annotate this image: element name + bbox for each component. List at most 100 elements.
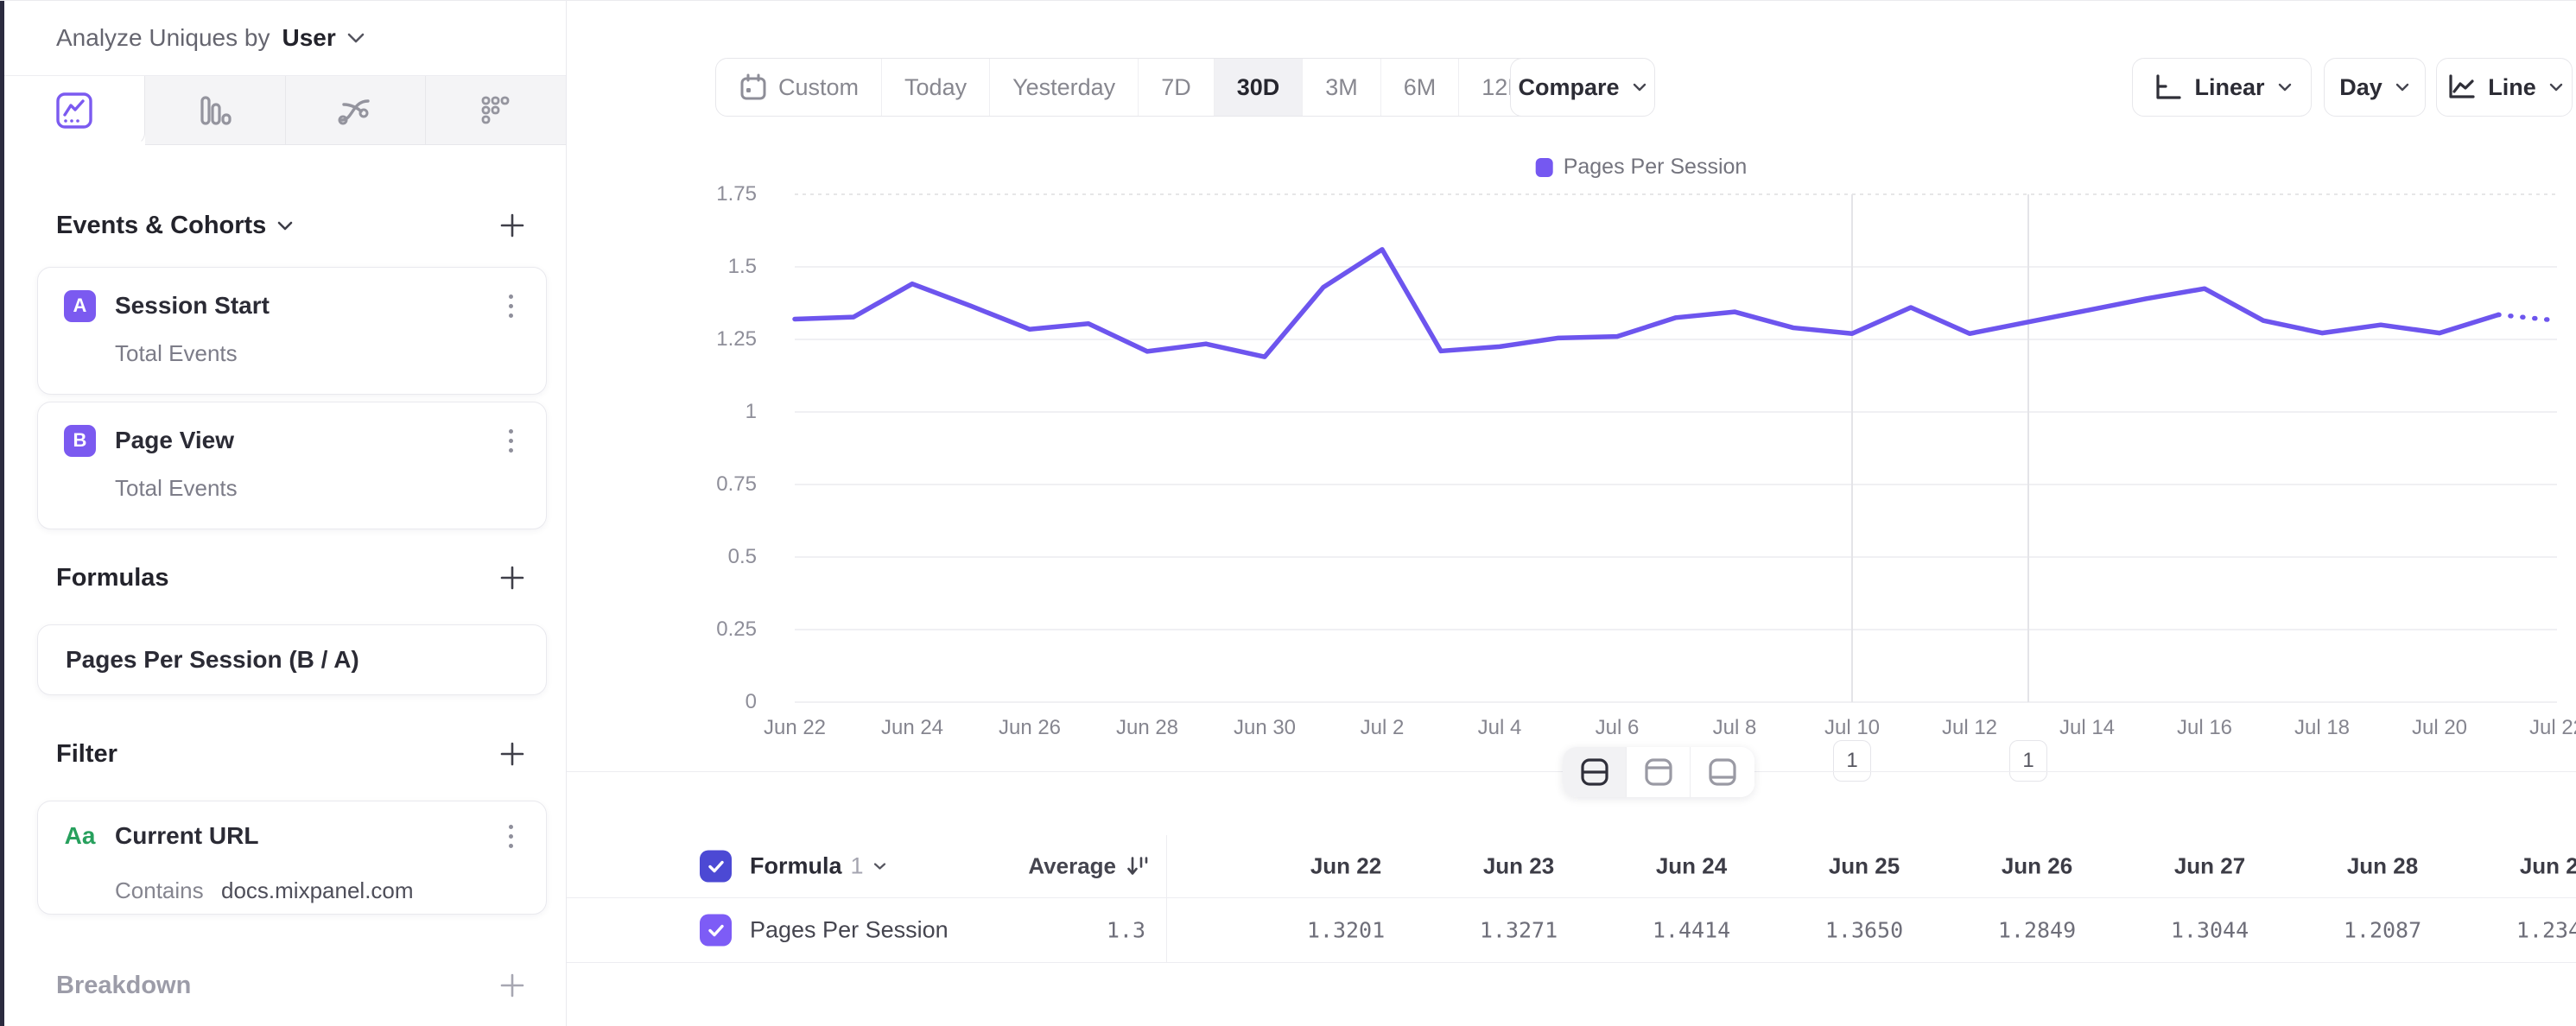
x-tick-label: Jun 24 — [881, 716, 943, 740]
flows-icon — [335, 91, 375, 130]
event-metric-dropdown[interactable]: Total Events — [115, 475, 238, 502]
event-card-b[interactable]: B Page View Total Events — [37, 402, 547, 529]
x-tick-label: Jun 28 — [1116, 716, 1178, 740]
range-3m[interactable]: 3M — [1303, 59, 1381, 116]
event-metric-dropdown[interactable]: Total Events — [115, 340, 238, 367]
y-tick-label: 1.75 — [679, 182, 757, 206]
y-tick-label: 0.75 — [679, 472, 757, 497]
table-cell-value: 1.2346 — [2516, 918, 2576, 943]
table-data-row[interactable]: Pages Per Session 1.3 1.32011.32711.4414… — [567, 898, 2576, 963]
average-label: Average — [1028, 853, 1116, 880]
kebab-menu-icon[interactable] — [498, 819, 523, 853]
chevron-down-icon — [2548, 82, 2564, 92]
compare-button[interactable]: Compare — [1510, 58, 1655, 117]
table-date-header[interactable]: Jun 28 — [2347, 853, 2418, 880]
x-tick-label: Jul 18 — [2294, 716, 2350, 740]
table-date-header[interactable]: Jun 26 — [2002, 853, 2072, 880]
kebab-menu-icon[interactable] — [498, 288, 523, 323]
add-breakdown-button[interactable] — [493, 966, 531, 1004]
table-date-header[interactable]: Jun 24 — [1656, 853, 1727, 880]
range-custom[interactable]: Custom — [716, 59, 882, 116]
range-7d[interactable]: 7D — [1139, 59, 1215, 116]
formulas-section-title: Formulas — [56, 564, 169, 592]
table-date-header[interactable]: Jun 27 — [2174, 853, 2245, 880]
tab-funnels[interactable] — [145, 76, 286, 145]
table-date-header[interactable]: Jun 29 — [2520, 853, 2576, 880]
formula-column-dropdown[interactable]: Formula 1 — [750, 853, 887, 880]
linear-axis-icon — [2151, 72, 2182, 103]
chevron-down-icon — [2395, 82, 2410, 92]
table-date-header[interactable]: Jun 22 — [1310, 853, 1381, 880]
y-tick-label: 0.25 — [679, 618, 757, 642]
add-filter-button[interactable] — [493, 735, 531, 773]
average-column-header[interactable]: Average — [1028, 853, 1149, 880]
filter-card[interactable]: Aa Current URL Contains docs.mixpanel.co… — [37, 801, 547, 915]
scale-dropdown[interactable]: Linear — [2132, 58, 2312, 117]
add-event-button[interactable] — [493, 206, 531, 244]
tab-insights[interactable] — [4, 76, 145, 145]
formulas-section-header: Formulas — [56, 554, 535, 602]
breakdown-section-title: Breakdown — [56, 972, 191, 1000]
row-checkbox[interactable] — [700, 915, 732, 947]
event-name[interactable]: Page View — [115, 427, 234, 454]
chart-type-label: Line — [2488, 74, 2536, 101]
x-tick-label: Jun 26 — [999, 716, 1061, 740]
table-view-button[interactable] — [1691, 747, 1754, 797]
x-tick-label: Jul 16 — [2177, 716, 2232, 740]
range-today[interactable]: Today — [882, 59, 990, 116]
range-6m[interactable]: 6M — [1381, 59, 1460, 116]
x-tick-label: Jul 20 — [2412, 716, 2467, 740]
analyze-header: Analyze Uniques by User — [4, 1, 566, 76]
annotation-badge[interactable]: 1 — [1833, 740, 1871, 782]
select-all-checkbox[interactable] — [700, 851, 732, 883]
chart-view-button[interactable] — [1627, 747, 1691, 797]
formula-column-label: Formula — [750, 853, 842, 880]
formula-name[interactable]: Pages Per Session (B / A) — [66, 646, 359, 674]
legend-label: Pages Per Session — [1564, 155, 1748, 180]
filter-operator-dropdown[interactable]: Contains — [115, 877, 204, 904]
filter-value[interactable]: docs.mixpanel.com — [221, 877, 414, 904]
chevron-down-icon — [276, 220, 294, 231]
tab-flows[interactable] — [286, 76, 427, 145]
report-main-panel: CustomTodayYesterday7D30D3M6M12M Compare… — [567, 1, 2576, 1026]
analyze-label: Analyze Uniques by — [56, 24, 270, 52]
series-name: Pages Per Session — [750, 917, 949, 944]
x-tick-label: Jul 22 — [2529, 716, 2576, 740]
chevron-down-icon — [1632, 82, 1647, 92]
analyze-entity-dropdown[interactable]: User — [282, 24, 335, 52]
formula-card[interactable]: Pages Per Session (B / A) — [37, 624, 547, 695]
tab-retention[interactable] — [426, 76, 566, 145]
interval-dropdown[interactable]: Day — [2324, 58, 2426, 117]
range-yesterday[interactable]: Yesterday — [990, 59, 1139, 116]
table-date-header[interactable]: Jun 25 — [1829, 853, 1900, 880]
x-tick-label: Jun 30 — [1234, 716, 1296, 740]
filter-property-name[interactable]: Current URL — [115, 822, 258, 850]
sort-descending-icon — [1126, 855, 1149, 877]
table-cell-value: 1.2087 — [2344, 918, 2421, 943]
chart-legend[interactable]: Pages Per Session — [1536, 155, 1748, 180]
chart-type-dropdown[interactable]: Line — [2436, 58, 2573, 117]
view-toggle-group — [1563, 747, 1754, 797]
filter-card-row: Aa Current URL — [64, 817, 523, 855]
check-icon — [706, 856, 726, 877]
chart-toolbar: CustomTodayYesterday7D30D3M6M12M Compare… — [567, 58, 2576, 117]
x-tick-label: Jul 8 — [1713, 716, 1757, 740]
range-30d[interactable]: 30D — [1215, 59, 1304, 116]
kebab-menu-icon[interactable] — [498, 423, 523, 458]
x-tick-label: Jul 4 — [1478, 716, 1522, 740]
mixpanel-insights-report: Analyze Uniques by User — [0, 0, 2576, 1026]
table-cell-value: 1.2849 — [1998, 918, 2076, 943]
table-cell-value: 1.3044 — [2171, 918, 2249, 943]
table-date-header[interactable]: Jun 23 — [1483, 853, 1554, 880]
plus-icon — [499, 972, 525, 998]
y-tick-label: 0 — [679, 690, 757, 714]
x-tick-label: Jul 6 — [1596, 716, 1640, 740]
y-tick-label: 1.25 — [679, 327, 757, 352]
compare-label: Compare — [1518, 74, 1619, 101]
events-section-title[interactable]: Events & Cohorts — [56, 212, 266, 240]
event-card-a[interactable]: A Session Start Total Events — [37, 267, 547, 395]
annotation-badge[interactable]: 1 — [2009, 740, 2047, 782]
split-view-button[interactable] — [1563, 747, 1627, 797]
add-formula-button[interactable] — [493, 559, 531, 597]
event-name[interactable]: Session Start — [115, 292, 270, 320]
